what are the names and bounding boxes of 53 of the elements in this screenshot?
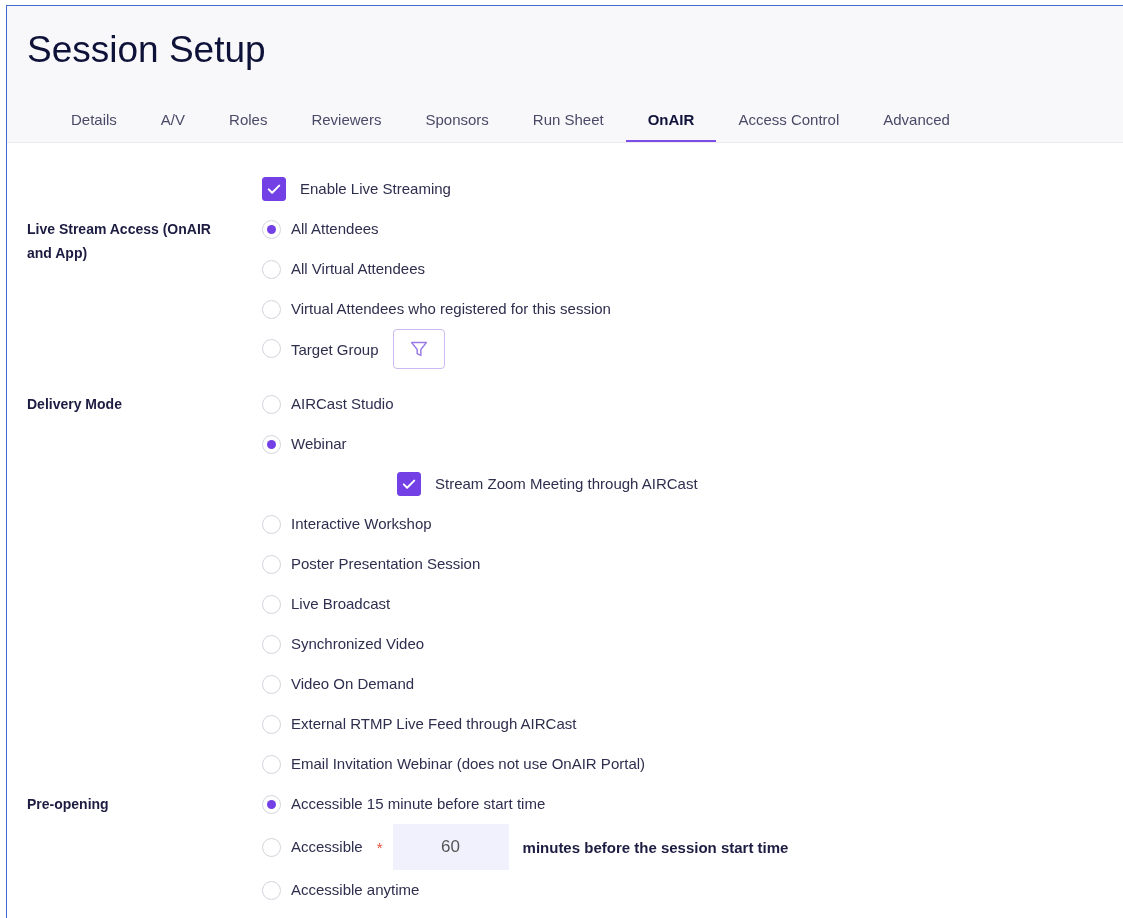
radio-button[interactable] [262,434,281,454]
radio-label: Synchronized Video [291,634,425,654]
radio-button[interactable] [262,754,281,774]
tab[interactable]: Sponsors [403,102,511,142]
field-label: Live Stream Access (OnAIR and App) [27,220,212,263]
checkbox[interactable] [262,177,286,201]
radio-button[interactable] [262,259,281,279]
field-suffix: minutes before the session start time [522,838,789,856]
radio-label: Webinar [291,434,347,454]
radio-label: Video On Demand [291,674,415,694]
tab[interactable]: Run Sheet [510,102,626,142]
page-title: Session Setup [27,28,267,72]
radio-label: Poster Presentation Session [291,554,481,574]
required-mark: * [376,838,383,856]
radio-label: AIRCast Studio [291,394,394,414]
radio-label: Virtual Attendees who registered for this session [291,299,611,319]
checkbox-label: Stream Zoom Meeting through AIRCast [435,474,698,494]
radio-label: Target Group [291,340,379,360]
filter-button[interactable] [392,329,445,369]
tab[interactable]: A/V [138,102,208,142]
radio-button[interactable] [262,554,281,574]
tab[interactable]: Reviewers [289,102,404,142]
radio-button[interactable] [262,880,281,900]
radio-button[interactable] [262,794,281,814]
radio-button[interactable] [262,339,281,358]
radio-label: All Attendees [291,219,379,239]
field-label: Pre-opening [27,795,110,814]
radio-button[interactable] [262,514,281,534]
radio-label: Accessible [291,837,363,857]
radio-button[interactable] [262,219,281,239]
tab[interactable]: OnAIR [625,102,717,142]
radio-label: Accessible 15 minute before start time [291,794,546,814]
tab[interactable]: Roles [207,102,290,142]
radio-label: External RTMP Live Feed through AIRCast [291,714,577,734]
tab[interactable]: Advanced [861,102,972,142]
radio-button[interactable] [262,837,281,857]
radio-label: Email Invitation Webinar (does not use OnAIR Portal) [291,754,646,774]
radio-button[interactable] [262,674,281,694]
radio-button[interactable] [262,594,281,614]
radio-button[interactable] [262,394,281,414]
radio-label: Live Broadcast [291,594,391,614]
radio-button[interactable] [262,714,281,734]
tab[interactable]: Access Control [716,102,862,142]
radio-label: All Virtual Attendees [291,259,425,279]
checkbox[interactable] [397,472,421,496]
minutes-input[interactable]: 60 [392,824,509,870]
radio-label: Accessible anytime [291,880,420,900]
field-label: Delivery Mode [27,395,123,414]
radio-button[interactable] [262,299,281,319]
radio-button[interactable] [262,634,281,654]
radio-label: Interactive Workshop [291,514,432,534]
tab[interactable]: Details [49,102,139,142]
checkbox-label: Enable Live Streaming [300,179,451,199]
